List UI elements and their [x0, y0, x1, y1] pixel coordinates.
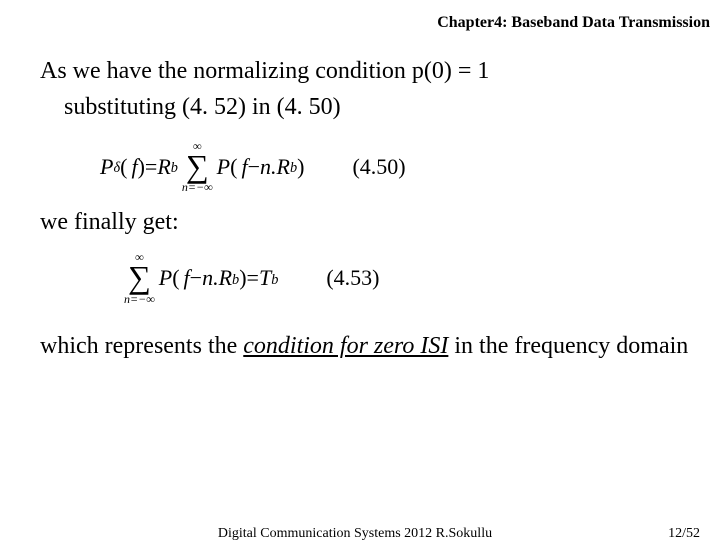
eq1-expression: Pδ ( f ) = Rb ∞ ∑ n=−∞ P ( f − n.Rb ) [100, 140, 304, 193]
eq2-close: ) [239, 265, 246, 291]
eq2-T: T [259, 265, 271, 291]
page-number: 12/52 [668, 526, 700, 540]
eq2-equals: = [247, 265, 259, 291]
eq2-nR: n.R [202, 265, 232, 291]
eq1-nR: n.R [260, 154, 290, 180]
footer-center: Digital Communication Systems 2012 R.Sok… [0, 526, 710, 540]
eq1-close1: ) [138, 154, 145, 180]
line-3: we finally get: [40, 207, 690, 237]
line-1: As we have the normalizing condition p(0… [40, 56, 690, 86]
chapter-header: Chapter4: Baseband Data Transmission [437, 14, 710, 32]
eq1-P2: P [217, 154, 230, 180]
eq2-sum: ∞ ∑ n=−∞ [124, 251, 155, 304]
eq2-minus: − [190, 265, 202, 291]
eq1-Rb-sub: b [171, 160, 178, 177]
eq2-expression: ∞ ∑ n=−∞ P ( f − n.Rb ) = Tb [120, 251, 278, 304]
eq1-label: (4.50) [352, 154, 405, 180]
equation-4-53: ∞ ∑ n=−∞ P ( f − n.Rb ) = Tb (4.53) [120, 251, 690, 304]
eq1-open2: ( [230, 154, 237, 180]
eq1-minus: − [248, 154, 260, 180]
eq1-R: R [157, 154, 170, 180]
eq1-delta-sub: δ [113, 160, 120, 177]
eq2-P: P [159, 265, 172, 291]
sigma-icon: ∑ [128, 262, 151, 292]
eq1-sum: ∞ ∑ n=−∞ [182, 140, 213, 193]
conclusion-pre: which represents the [40, 333, 243, 359]
slide-body: As we have the normalizing condition p(0… [40, 56, 690, 384]
equation-4-50: Pδ ( f ) = Rb ∞ ∑ n=−∞ P ( f − n.Rb ) [100, 140, 690, 193]
conclusion: which represents the condition for zero … [40, 333, 690, 360]
chapter-title: Chapter4: Baseband Data Transmission [437, 14, 710, 31]
conclusion-post: in the frequency domain [448, 333, 688, 359]
eq2-sum-bot: n=−∞ [124, 293, 155, 305]
eq1-open1: ( [120, 154, 127, 180]
eq1-equals: = [145, 154, 157, 180]
eq1-close2: ) [297, 154, 304, 180]
eq2-b: b [232, 272, 239, 289]
conclusion-emphasis: condition for zero ISI [243, 333, 448, 359]
eq1-b2: b [290, 160, 297, 177]
eq1-sum-bot: n=−∞ [182, 181, 213, 193]
eq2-open: ( [172, 265, 179, 291]
slide: Chapter4: Baseband Data Transmission As … [0, 0, 720, 540]
eq1-P: P [100, 154, 113, 180]
sigma-icon: ∑ [186, 151, 209, 181]
eq2-label: (4.53) [326, 265, 379, 291]
line-2: substituting (4. 52) in (4. 50) [40, 92, 690, 122]
eq2-Tb: b [271, 272, 278, 289]
